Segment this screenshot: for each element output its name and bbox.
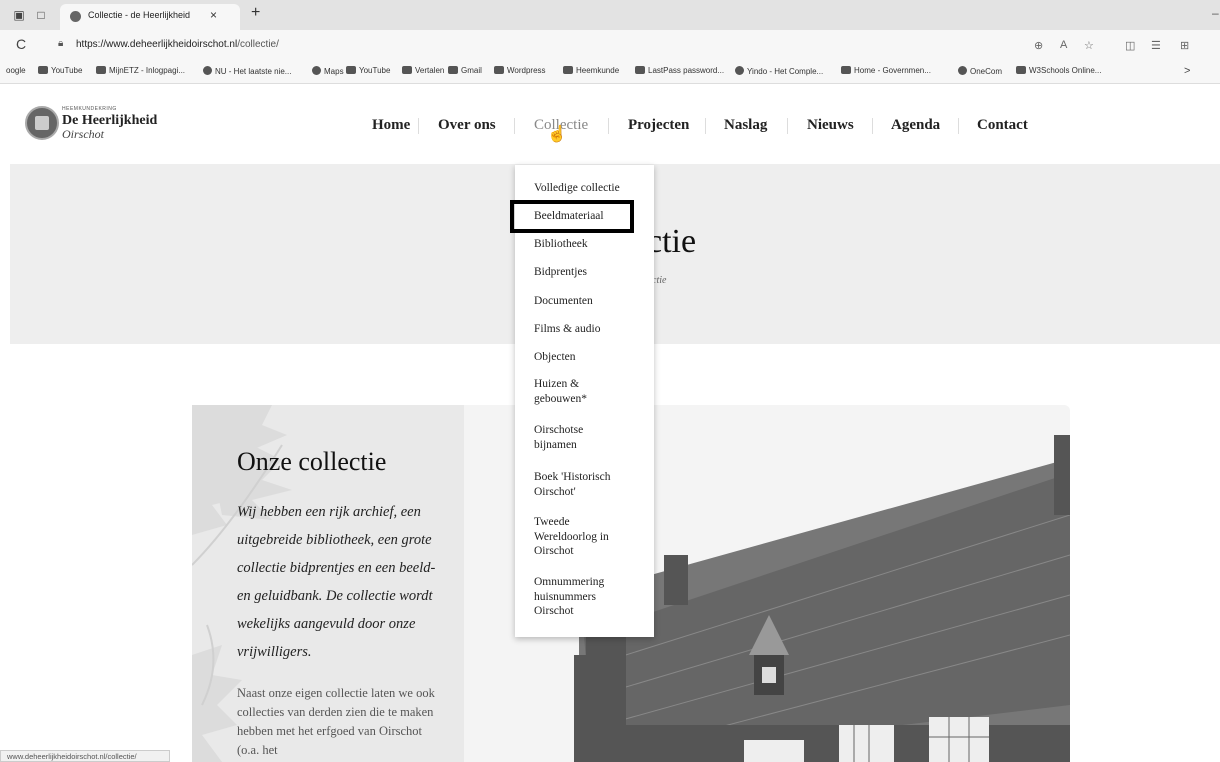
reload-button[interactable]: C	[16, 36, 26, 52]
nav-separator	[514, 118, 515, 134]
collection-heading: Onze collectie	[237, 447, 387, 476]
nav-nieuws[interactable]: Nieuws	[807, 117, 854, 134]
nav-separator	[418, 118, 419, 134]
breadcrumb: ctie	[652, 275, 667, 286]
menu-item-omnummering-huisnummers[interactable]: Omnummering huisnummers Oirschot	[534, 575, 624, 619]
nav-agenda[interactable]: Agenda	[891, 117, 940, 134]
youtube-icon	[38, 66, 48, 74]
window-minimize-button[interactable]: –	[1212, 6, 1219, 20]
bookmark-item[interactable]: OneCom	[958, 66, 1002, 76]
menu-item-films-audio[interactable]: Films & audio	[534, 322, 652, 337]
tab-actions-icon[interactable]: □	[34, 8, 48, 22]
favorites-list-icon[interactable]: ☰	[1151, 39, 1161, 52]
nav-contact[interactable]: Contact	[977, 117, 1028, 134]
maps-pin-icon	[312, 66, 321, 75]
government-icon	[841, 66, 851, 74]
bookmark-item[interactable]: Home - Governmen...	[841, 66, 931, 75]
highlight-box	[510, 200, 634, 233]
site-favicon-icon	[70, 11, 81, 22]
bookmark-item[interactable]: Heemkunde	[563, 66, 619, 75]
menu-item-bibliotheek[interactable]: Bibliotheek	[534, 237, 652, 252]
nav-separator	[787, 118, 788, 134]
nav-over-ons[interactable]: Over ons	[438, 117, 496, 134]
collection-intro-text: Wij hebben een rijk archief, een uitgebr…	[237, 504, 436, 660]
collectie-dropdown-menu: Volledige collectie Beeldmateriaal Bibli…	[515, 165, 654, 637]
menu-item-volledige-collectie[interactable]: Volledige collectie	[534, 181, 652, 196]
lastpass-icon	[635, 66, 645, 74]
nav-naslag[interactable]: Naslag	[724, 117, 767, 134]
new-tab-button[interactable]: +	[251, 4, 260, 22]
split-screen-icon[interactable]: ◫	[1125, 39, 1135, 52]
nav-separator	[705, 118, 706, 134]
hand-cursor-icon: ☝	[547, 126, 567, 143]
page-title: ctie	[647, 223, 697, 260]
bookmark-item[interactable]: YouTube	[38, 66, 82, 75]
url-text: https://www.deheerlijkheidoirschot.nl/co…	[76, 39, 279, 50]
lock-icon[interactable]: 🔒︎	[58, 38, 63, 49]
nav-separator	[872, 118, 873, 134]
tab-close-icon[interactable]: ×	[210, 8, 217, 22]
translate-icon	[402, 66, 412, 74]
favorite-star-icon[interactable]: ☆	[1084, 39, 1094, 52]
url-host: https://www.deheerlijkheidoirschot.nl	[76, 39, 238, 50]
onecom-icon	[958, 66, 967, 75]
bookmarks-more-chevron-icon[interactable]: >	[1184, 65, 1190, 77]
bookmark-item[interactable]: YouTube	[346, 66, 390, 75]
tab-title: Collectie - de Heerlijkheid	[88, 10, 191, 20]
menu-item-tweede-wereldoorlog[interactable]: Tweede Wereldoorlog in Oirschot	[534, 515, 629, 559]
collection-body-text: Naast onze eigen collectie laten we ook …	[237, 686, 435, 757]
menu-item-bidprentjes[interactable]: Bidprentjes	[534, 265, 652, 280]
bookmark-item[interactable]: Maps	[312, 66, 344, 76]
w3schools-icon	[1016, 66, 1026, 74]
read-aloud-icon[interactable]: A	[1060, 39, 1067, 51]
logo-subtitle: Oirschot	[62, 127, 104, 141]
bookmark-item[interactable]: Yindo - Het Comple...	[735, 66, 823, 76]
logo-seal-icon[interactable]	[25, 106, 59, 140]
workspaces-icon[interactable]: ▣	[12, 8, 26, 22]
logo-tagline: HEEMKUNDEKRING	[62, 106, 117, 112]
zoom-icon[interactable]: ⊕	[1034, 39, 1043, 52]
browser-tab-collectie[interactable]: Collectie - de Heerlijkheid ×	[60, 4, 240, 30]
bookmark-icon	[96, 66, 106, 74]
menu-item-objecten[interactable]: Objecten	[534, 350, 652, 365]
url-field[interactable]: 🔒︎ https://www.deheerlijkheidoirschot.nl…	[44, 34, 1054, 56]
bookmark-item[interactable]: LastPass password...	[635, 66, 724, 75]
url-path: /collectie/	[237, 39, 279, 50]
folder-icon	[563, 66, 573, 74]
gmail-icon	[448, 66, 458, 74]
bookmark-item[interactable]: Gmail	[448, 66, 482, 75]
nav-separator	[958, 118, 959, 134]
bookmark-item[interactable]: Wordpress	[494, 66, 546, 75]
yindo-icon	[735, 66, 744, 75]
menu-item-huizen-gebouwen[interactable]: Huizen & gebouwen*	[534, 377, 602, 406]
status-bar-url: www.deheerlijkheidoirschot.nl/collectie/	[0, 750, 170, 762]
bookmark-item[interactable]: Vertalen	[402, 66, 444, 75]
collections-icon[interactable]: ⊞	[1180, 39, 1189, 52]
bookmark-item[interactable]: oogle	[6, 66, 26, 75]
nav-separator	[608, 118, 609, 134]
nu-icon	[203, 66, 212, 75]
browser-address-bar: C 🔒︎ https://www.deheerlijkheidoirschot.…	[0, 30, 1220, 60]
nav-projecten[interactable]: Projecten	[628, 117, 689, 134]
bookmark-item[interactable]: MijnETZ - Inlogpagi...	[96, 66, 185, 75]
nav-home[interactable]: Home	[372, 117, 410, 134]
bookmarks-bar: oogle YouTube MijnETZ - Inlogpagi... NU …	[0, 60, 1220, 84]
bookmark-item[interactable]: NU - Het laatste nie...	[203, 66, 291, 76]
menu-item-boek-historisch-oirschot[interactable]: Boek 'Historisch Oirschot'	[534, 470, 629, 499]
folder-icon	[494, 66, 504, 74]
browser-tab-bar: ▣ □ Collectie - de Heerlijkheid × + –	[0, 0, 1220, 30]
site-header: HEEMKUNDEKRING De Heerlijkheid Oirschot …	[0, 84, 1220, 164]
youtube-icon	[346, 66, 356, 74]
menu-item-documenten[interactable]: Documenten	[534, 294, 652, 309]
bookmark-item[interactable]: W3Schools Online...	[1016, 66, 1101, 75]
menu-item-oirschotse-bijnamen[interactable]: Oirschotse bijnamen	[534, 423, 614, 452]
